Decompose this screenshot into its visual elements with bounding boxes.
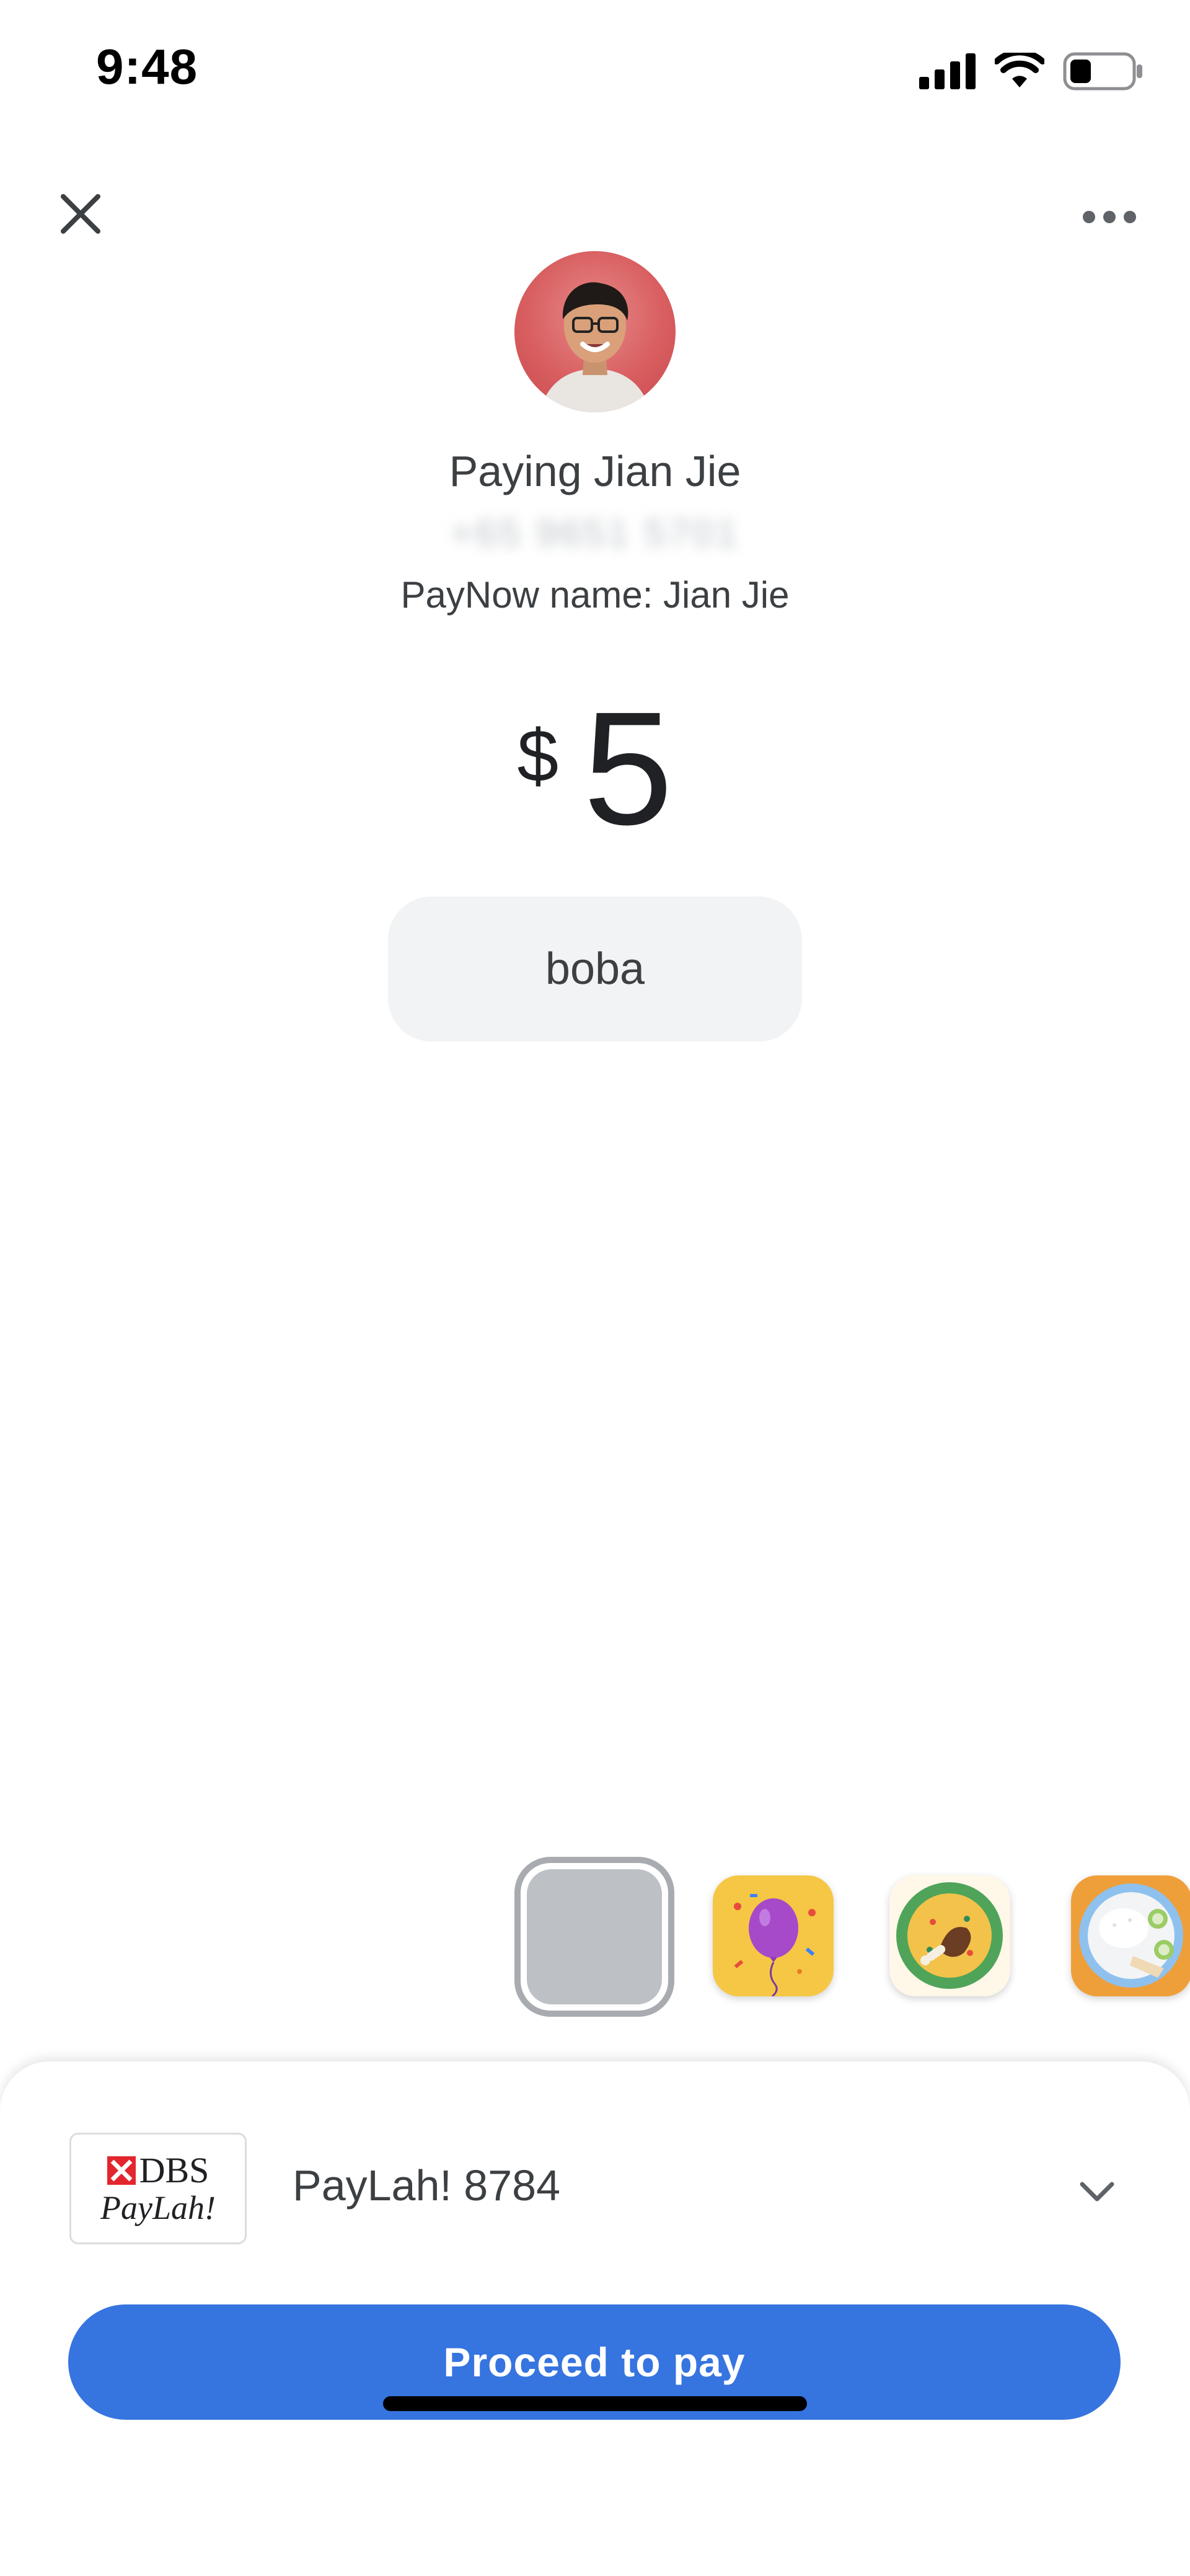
status-time: 9:48 <box>96 39 198 94</box>
paynow-name: PayNow name: Jian Jie <box>400 574 790 616</box>
close-button[interactable] <box>53 186 108 242</box>
cellular-signal-icon <box>919 53 976 89</box>
amount-value[interactable]: 5 <box>583 688 673 849</box>
dbs-logo-text: DBS <box>139 2150 209 2190</box>
battery-icon <box>1063 52 1142 91</box>
payee-avatar <box>514 251 676 412</box>
status-icons <box>919 50 1144 93</box>
theme-food[interactable] <box>889 1875 1010 1996</box>
currency-symbol: $ <box>517 714 559 797</box>
theme-none-selected[interactable] <box>514 1857 674 2017</box>
rice-plate-icon <box>1079 1883 1183 1988</box>
theme-selector <box>514 1854 1190 2021</box>
payee-phone-blurred: +65 9651 5701 <box>450 512 740 555</box>
avatar-photo <box>539 282 651 412</box>
theme-balloon[interactable] <box>713 1875 834 1996</box>
close-icon <box>61 194 100 234</box>
payment-sheet: DBS PayLah! PayLah! 8784 Proceed to pay <box>0 2061 1190 2576</box>
paylah-logo: DBS PayLah! <box>69 2133 247 2244</box>
food-plate-icon <box>896 1882 1003 1989</box>
more-horizontal-icon <box>1083 211 1136 223</box>
wifi-icon <box>995 53 1044 87</box>
home-indicator[interactable] <box>383 2396 807 2411</box>
paylah-logo-text: PayLah! <box>100 2189 216 2226</box>
account-dropdown-button[interactable] <box>1069 2164 1125 2220</box>
theme-none-swatch <box>527 1869 662 2004</box>
payment-account[interactable]: PayLah! 8784 <box>293 2161 560 2210</box>
balloon-icon <box>734 1894 816 1996</box>
payment-note[interactable]: boba <box>388 896 802 1042</box>
payee-title: Paying Jian Jie <box>449 447 741 495</box>
theme-rice[interactable] <box>1071 1875 1190 1996</box>
dbs-star-icon <box>107 2156 136 2185</box>
status-bar: 9:48 <box>0 0 1190 143</box>
dbs-logo-row: DBS <box>107 2153 209 2189</box>
amount-display[interactable]: $ 5 <box>0 688 1190 849</box>
more-options-button[interactable] <box>1072 192 1147 242</box>
chevron-down-icon <box>1080 2182 1114 2202</box>
